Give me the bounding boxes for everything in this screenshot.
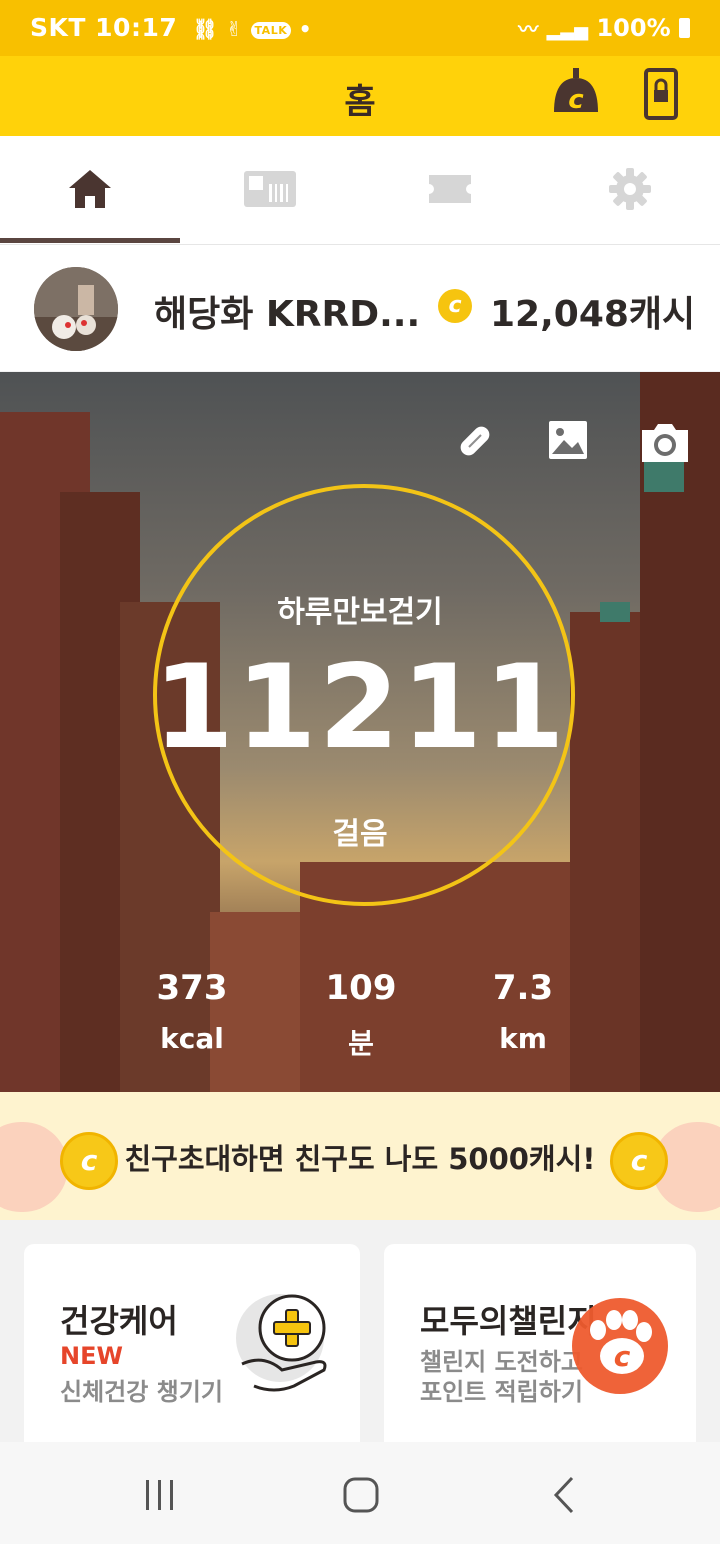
app-header: 홈 c — [0, 56, 720, 136]
new-badge: NEW — [60, 1342, 123, 1370]
signal-icon: ▂▃▅ — [546, 20, 589, 41]
status-left: SKT 10:17 ⛓ ✌ TALK • — [30, 13, 312, 42]
tab-home[interactable] — [0, 136, 180, 242]
paw-coin-letter: c — [614, 1340, 631, 1373]
phone-lock-icon[interactable] — [644, 68, 678, 120]
status-bar: SKT 10:17 ⛓ ✌ TALK • 〰 ▂▃▅ 100% — [0, 0, 720, 56]
minutes-unit: 분 — [348, 1027, 374, 1060]
tab-bar — [0, 136, 720, 246]
home-button[interactable] — [342, 1476, 380, 1514]
tab-indicator — [0, 238, 180, 243]
clock: 10:17 — [95, 13, 178, 42]
back-button[interactable] — [550, 1476, 580, 1514]
avatar[interactable] — [34, 267, 118, 351]
health-care-subtitle: 신체건강 챙기기 — [60, 1378, 223, 1406]
paw-coin-icon: c — [570, 1296, 670, 1400]
recents-icon — [146, 1480, 173, 1510]
tab-settings[interactable] — [540, 136, 720, 242]
calories-value: 373 — [156, 968, 228, 1008]
back-icon — [553, 1476, 574, 1514]
profile-row[interactable]: 해당화 KRRD... c 12,048캐시 — [0, 245, 720, 371]
cash-bell-icon[interactable]: c — [550, 66, 602, 118]
gallery-icon[interactable] — [548, 420, 588, 464]
challenge-subtitle-2: 포인트 적립하기 — [420, 1378, 583, 1406]
system-nav-bar — [0, 1442, 720, 1544]
wifi-icon: 〰 — [518, 17, 539, 41]
distance-unit: km — [499, 1022, 547, 1055]
distance-value: 7.3 — [492, 968, 554, 1008]
tab-giftcard[interactable] — [180, 136, 360, 242]
minutes-value: 109 — [325, 968, 397, 1008]
goal-label: 하루만보걷기 — [277, 595, 443, 630]
battery-text: 100% — [596, 14, 671, 42]
coin-icon: c — [438, 289, 472, 323]
health-plus-hand-icon — [224, 1290, 344, 1404]
username: 해당화 KRRD... — [154, 294, 421, 335]
kakaotalk-icon: TALK — [250, 22, 292, 39]
calories-unit: kcal — [160, 1022, 224, 1055]
health-care-card[interactable]: 건강케어 NEW 신체건강 챙기기 — [24, 1244, 360, 1474]
recents-button[interactable] — [140, 1478, 180, 1512]
pill-icon[interactable] — [454, 420, 496, 466]
home-nav-icon — [343, 1477, 379, 1513]
cash-balance[interactable]: 12,048캐시 — [490, 285, 695, 337]
svg-text:c: c — [568, 85, 584, 115]
carrier: SKT — [30, 13, 86, 42]
invite-banner[interactable]: c c 친구초대하면 친구도 나도 5000캐시! — [0, 1092, 720, 1220]
tab-coupon[interactable] — [360, 136, 540, 242]
ticket-icon — [429, 175, 471, 203]
step-hero: 하루만보걷기 11211 걸음 373 kcal 109 분 7.3 km — [0, 372, 720, 1092]
status-right: 〰 ▂▃▅ 100% — [518, 13, 690, 42]
notification-icons: ⛓ ✌ TALK • — [192, 17, 312, 41]
page-title: 홈 — [344, 82, 376, 122]
step-unit: 걸음 — [332, 817, 388, 852]
challenge-card[interactable]: 모두의챌린지 챌린지 도전하고 포인트 적립하기 c — [384, 1244, 696, 1474]
battery-icon — [679, 18, 690, 38]
gear-icon — [609, 168, 651, 210]
health-care-title: 건강케어 — [60, 1302, 178, 1340]
step-count: 11211 — [153, 640, 567, 775]
banner-text: 친구초대하면 친구도 나도 5000캐시! — [124, 1142, 596, 1176]
camera-icon[interactable] — [638, 422, 692, 468]
home-icon — [69, 170, 111, 208]
gift-card-icon — [244, 171, 296, 207]
